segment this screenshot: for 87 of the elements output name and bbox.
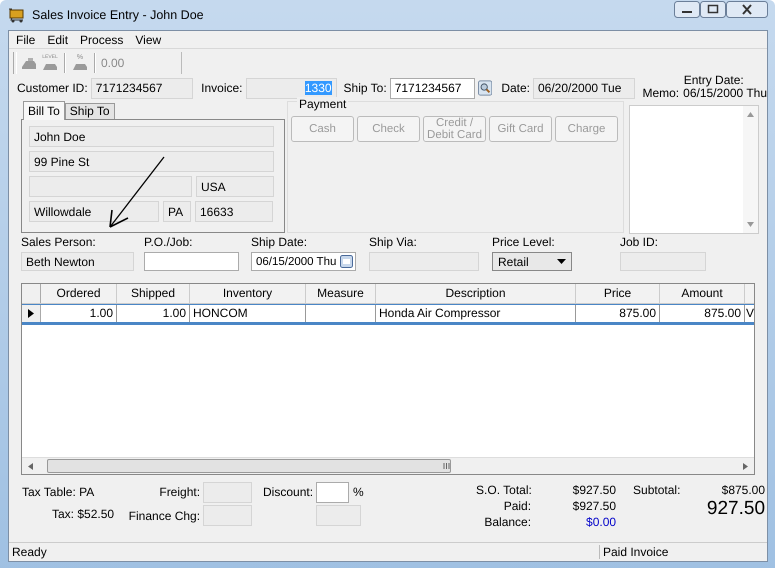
field-label: P.O./Job: xyxy=(144,235,194,249)
field-label: Sales Person: xyxy=(21,235,97,249)
status-text: Ready xyxy=(11,545,48,559)
table-cell: V xyxy=(745,305,754,322)
city-field: Willowdale xyxy=(29,201,159,222)
column-header[interactable]: Amount xyxy=(660,284,745,303)
scroll-right-icon xyxy=(743,462,748,470)
table-cell: 1.00 xyxy=(117,305,190,322)
scrollbar[interactable] xyxy=(743,106,758,233)
date-field: 06/20/2000 Tue xyxy=(533,78,636,98)
search-icon[interactable] xyxy=(478,80,492,96)
column-header[interactable]: Price xyxy=(576,284,660,303)
maximize-icon[interactable] xyxy=(700,1,726,18)
minimize-icon[interactable] xyxy=(674,1,700,18)
field-label: Freight: xyxy=(158,485,200,500)
menu-item[interactable]: View xyxy=(130,32,168,46)
state-field: PA xyxy=(163,201,191,222)
field-label: Balance: xyxy=(483,515,532,529)
scroll-thumb[interactable] xyxy=(47,459,451,473)
field-label: Job ID: xyxy=(620,235,660,249)
discount-field[interactable] xyxy=(316,482,350,503)
menu-item[interactable]: Edit xyxy=(42,32,76,46)
field-label: S.O. Total: xyxy=(476,483,532,497)
window-title: Sales Invoice Entry - John Doe xyxy=(32,8,205,22)
field-label: Subtotal: xyxy=(633,483,682,497)
entry-date: 06/15/2000 Thu xyxy=(683,87,768,100)
field-label: Price Level: xyxy=(492,235,556,249)
street-field: 99 Pine St xyxy=(29,151,274,172)
amount: $0.00 xyxy=(585,515,616,529)
freight-field xyxy=(203,482,252,503)
tab[interactable]: Ship To xyxy=(64,103,115,119)
name-field: John Doe xyxy=(29,126,274,147)
amount: $927.50 xyxy=(572,499,616,513)
customer-id-field: 7171234567 xyxy=(90,78,194,98)
table-cell: HONCOM xyxy=(190,305,306,322)
field-label: Ship Via: xyxy=(369,235,418,249)
menu-item[interactable]: File xyxy=(11,32,42,46)
price-level-dropdown[interactable]: Retail xyxy=(492,252,572,271)
input-field[interactable] xyxy=(144,252,239,271)
column-header[interactable]: Ordered xyxy=(41,284,117,303)
hand-icon[interactable] xyxy=(20,55,38,71)
field-label: Ship To: xyxy=(344,81,387,95)
table-cell: 875.00 xyxy=(660,305,745,322)
date-field[interactable]: 06/15/2000 Thu xyxy=(251,252,356,271)
column-header[interactable]: Shipped xyxy=(117,284,190,303)
tab[interactable]: Bill To xyxy=(23,101,65,120)
menu-item[interactable]: Process xyxy=(75,32,130,46)
column-header[interactable]: Description xyxy=(376,284,576,303)
input-field xyxy=(316,505,362,526)
status-text: Paid Invoice xyxy=(599,545,767,559)
cart-icon xyxy=(8,7,26,23)
table-cell: 875.00 xyxy=(576,305,660,322)
field-label: Discount: xyxy=(262,485,314,500)
field-label: Paid: xyxy=(502,499,532,513)
field-label: Memo: xyxy=(642,87,680,100)
table-cell: 1.00 xyxy=(41,305,117,322)
input-field: Beth Newton xyxy=(21,252,134,271)
table-cell: Honda Air Compressor xyxy=(376,305,576,322)
grand-total: 927.50 xyxy=(706,498,766,520)
field-label: Ship Date: xyxy=(251,235,308,249)
scroll-left-icon xyxy=(28,462,33,470)
ship-to-field[interactable]: 7171234567 xyxy=(390,78,476,98)
finance-charge-field xyxy=(203,505,252,526)
field-label: Customer ID: xyxy=(17,81,88,95)
scrollbar[interactable] xyxy=(22,457,754,474)
field-label: Entry Date: xyxy=(684,74,744,87)
field-label: Date: xyxy=(501,81,530,95)
calendar-icon[interactable] xyxy=(340,255,353,268)
column-header[interactable]: Inventory xyxy=(190,284,306,303)
percent-sign: % xyxy=(353,485,364,500)
country-field: USA xyxy=(196,176,274,197)
memo-field[interactable] xyxy=(629,105,759,234)
scroll-down-icon xyxy=(747,222,754,227)
group-title: Payment xyxy=(297,97,348,111)
field-label: Invoice: xyxy=(201,81,243,95)
subtotal-amount: $875.00 xyxy=(720,483,766,497)
zip-field: 16633 xyxy=(195,201,273,222)
column-header[interactable]: Measure xyxy=(306,284,376,303)
tax-amount: Tax: $52.50 xyxy=(52,506,114,523)
caret-icon xyxy=(557,259,566,264)
amount: $927.50 xyxy=(572,483,616,497)
field-label: Finance Chg: xyxy=(128,508,200,523)
close-icon[interactable] xyxy=(726,1,768,18)
scroll-up-icon xyxy=(747,112,754,117)
tax-table-label: Tax Table: PA xyxy=(22,484,96,501)
toolbar-reading: 0.00 xyxy=(101,52,182,74)
grip-icon xyxy=(443,463,450,469)
